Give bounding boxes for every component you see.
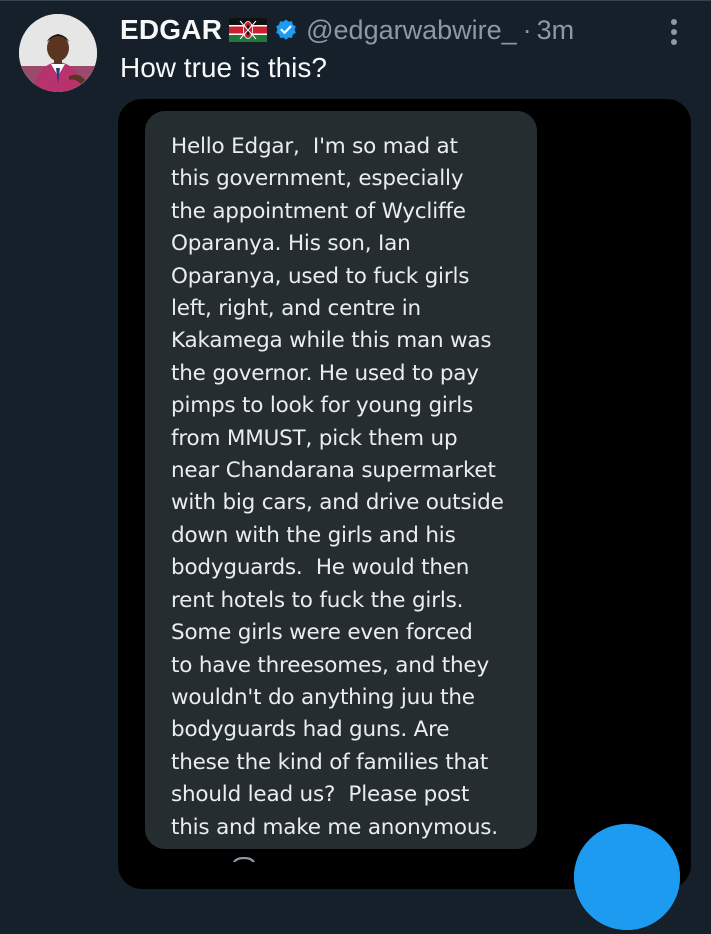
reply-icon[interactable] (229, 852, 259, 862)
message-line: rent hotels to fuck the girls. (171, 587, 464, 613)
tweet-media-image[interactable]: Hello Edgar, I'm so mad at this governme… (118, 99, 691, 889)
message-line: the appointment of Wycliffe (171, 198, 466, 224)
message-line: the governor. He used to pay (171, 360, 479, 386)
chat-message-bubble: Hello Edgar, I'm so mad at this governme… (145, 111, 537, 849)
message-line: Hello Edgar, I'm so mad at (171, 134, 458, 159)
message-line: wouldn't do anything juu the (171, 684, 475, 710)
message-line: near Chandarana supermarket (171, 458, 496, 484)
avatar[interactable] (19, 14, 97, 92)
more-vertical-icon (671, 19, 677, 45)
message-line: bodyguards. He would then (171, 555, 470, 581)
message-line: down with the girls and his (171, 522, 456, 548)
top-divider (0, 0, 711, 1)
message-line: left, right, and centre in (171, 296, 421, 322)
message-line: Oparanya, used to fuck girls (171, 263, 470, 289)
message-line: bodyguards had guns. Are (171, 717, 450, 743)
header-separator: · (522, 14, 532, 45)
message-line: Kakamega while this man was (171, 328, 492, 354)
message-line: this government, especially (171, 166, 464, 192)
message-line: these the kind of families that (171, 749, 489, 775)
message-line: with big cars, and drive outside (171, 490, 504, 516)
avatar-photo-icon (19, 14, 97, 92)
message-line: to have threesomes, and they (171, 652, 489, 678)
tweet-timestamp[interactable]: 3m (537, 15, 575, 46)
message-line: pimps to look for young girls (171, 393, 474, 419)
message-line: Oparanya. His son, Ian (171, 231, 411, 257)
message-line: from MMUST, pick them up (171, 425, 458, 451)
verified-badge-icon[interactable] (274, 18, 298, 42)
kenya-flag-icon (229, 18, 268, 42)
tweet-text: How true is this? (120, 52, 327, 83)
compose-icon (574, 824, 680, 930)
display-name[interactable]: EDGAR (120, 14, 222, 46)
tweet-header: EDGAR @edgarwabwire_ · 3m (120, 12, 574, 48)
compose-button[interactable] (574, 824, 680, 930)
chat-message-text: Hello Edgar, I'm so mad at this governme… (171, 131, 535, 844)
message-line: Some girls were even forced (171, 620, 473, 646)
more-options-button[interactable] (658, 14, 690, 50)
message-line: should lead us? Please post (171, 782, 470, 808)
user-handle[interactable]: @edgarwabwire_ (306, 15, 517, 46)
message-line: this and make me anonymous. (171, 814, 498, 840)
